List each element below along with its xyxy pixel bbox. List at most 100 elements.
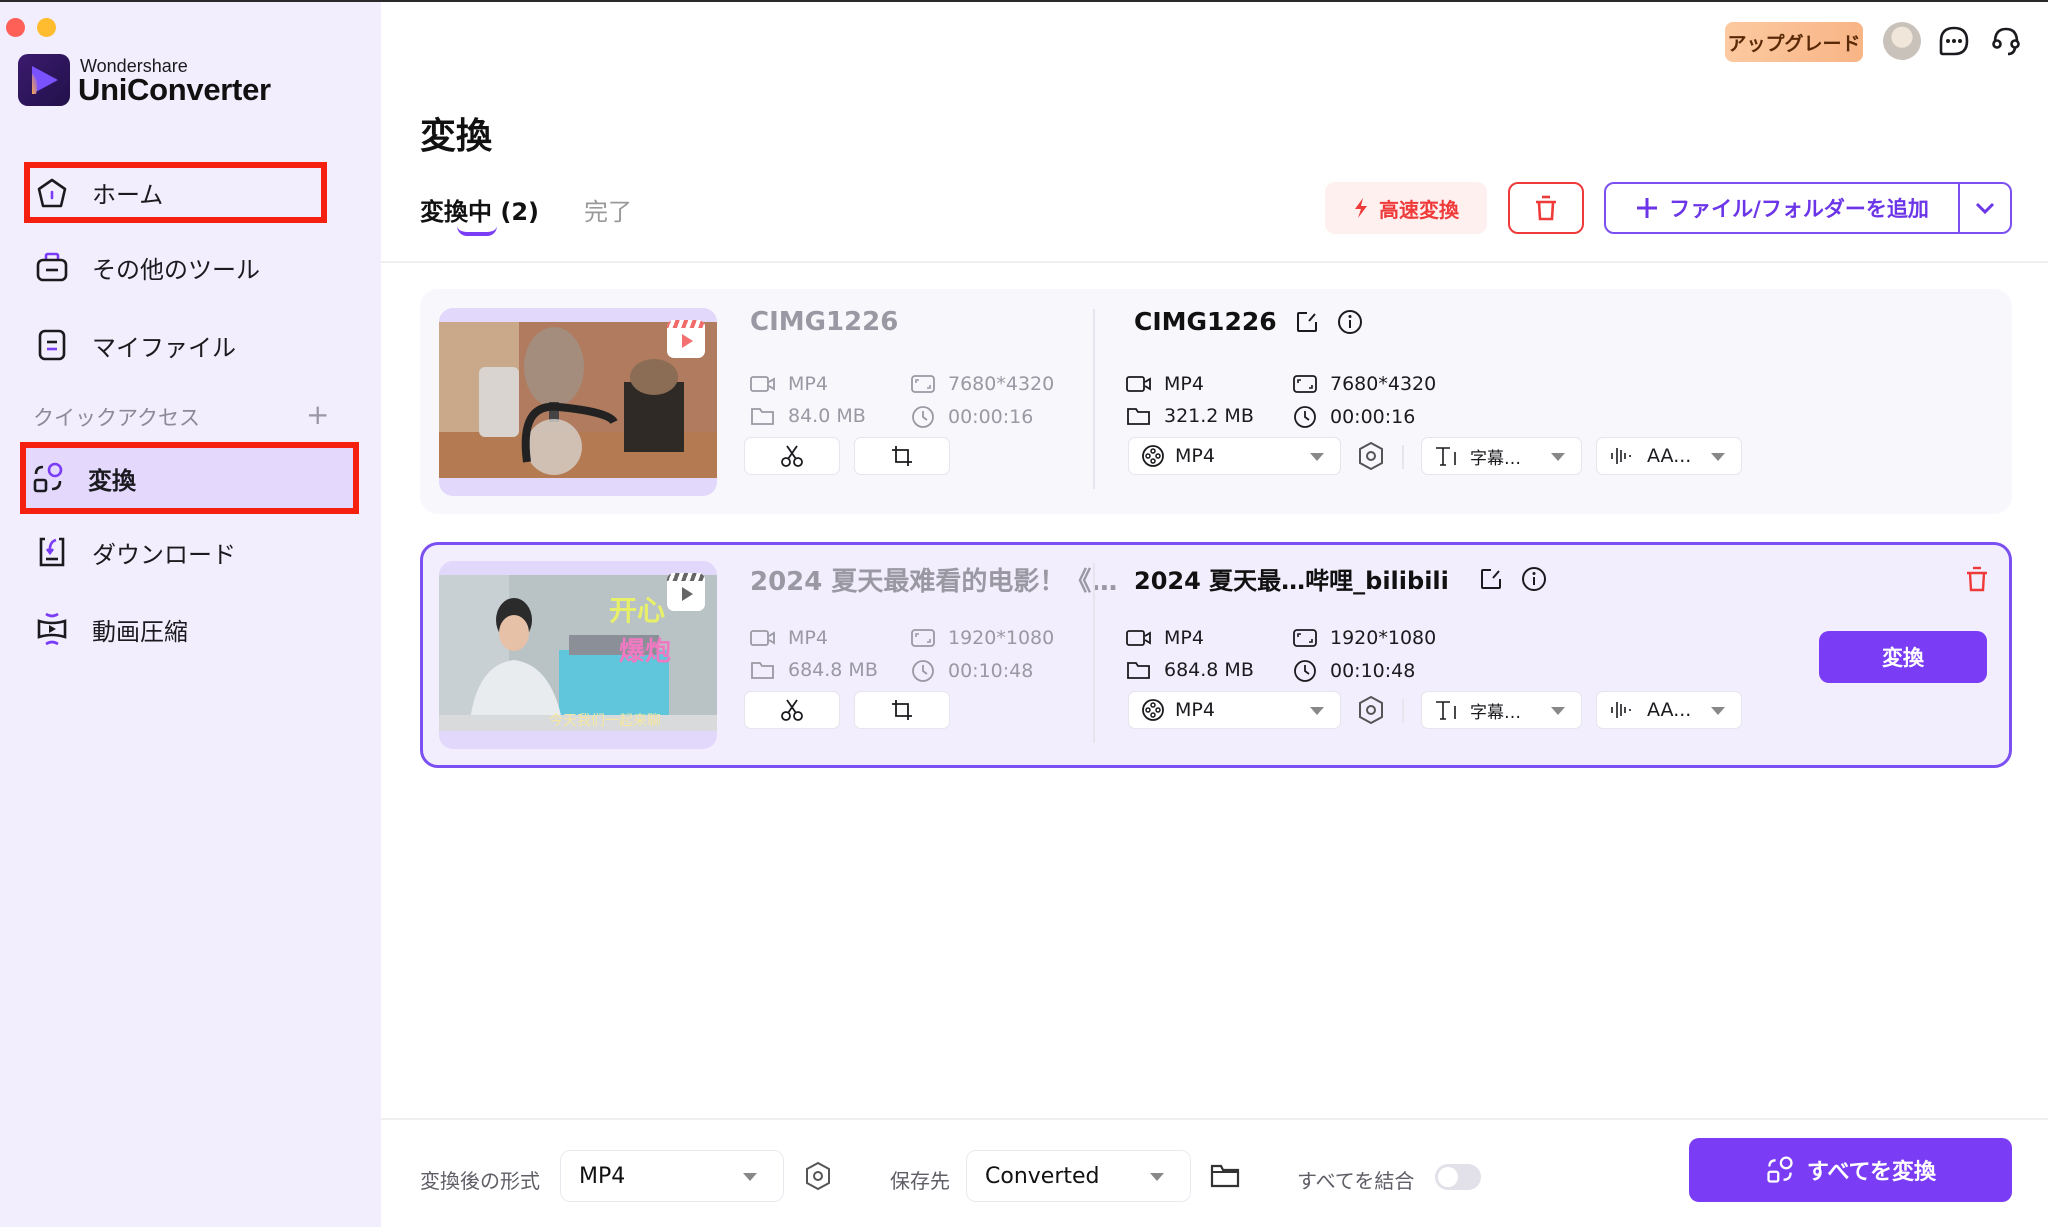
lightning-icon [1355,198,1367,218]
chat-icon[interactable] [1937,24,1971,58]
info-icon[interactable] [1337,309,1363,335]
output-format-select[interactable]: MP4 [1128,691,1341,729]
my-files-icon [34,327,70,363]
convert-icon [1767,1156,1793,1183]
svg-text:今天我们一起来聊: 今天我们一起来聊 [549,713,661,729]
tab-converting[interactable]: 変換中 (2) [420,192,539,227]
headset-icon[interactable] [1989,24,2023,58]
quick-access-label: クイックアクセス [33,406,200,430]
fast-convert-button[interactable]: 高速変換 [1325,182,1487,234]
convert-button[interactable]: 変換 [1819,631,1987,683]
audio-wave-icon [1611,448,1631,464]
output-file-title: 2024 夏天最…哔哩_bilibili [1134,567,1449,595]
output-settings-button[interactable] [801,1159,835,1193]
sidebar-item-home[interactable]: ホーム [24,162,327,223]
convert-all-label: すべてを変換 [1806,1160,1937,1185]
sidebar-item-convert[interactable]: 変換 [20,442,359,514]
output-format-dropdown[interactable]: MP4 [560,1150,784,1202]
preview-play-button[interactable] [667,320,705,358]
clock-icon [1294,406,1316,428]
sidebar-item-compress[interactable]: 動画圧縮 [24,600,354,658]
page-title: 変換 [420,116,493,157]
bottom-divider [381,1118,2048,1120]
output-resolution: 1920*1080 [1292,627,1436,649]
quick-access-add-button[interactable]: + [306,398,329,431]
tab-active-indicator [457,226,497,236]
crop-icon [892,700,912,720]
trim-button[interactable] [744,691,840,729]
clock-icon [912,406,934,428]
caret-down-icon [743,1173,757,1181]
window-close-button[interactable] [6,18,25,37]
avatar[interactable] [1883,22,1921,60]
trash-icon [1536,195,1556,221]
video-format-icon [1126,376,1151,392]
file-card-selected[interactable]: 开心 爆炮 今天我们一起来聊 2024 夏天最难看的电影！《… MP4 684.… [420,542,2012,768]
sidebar: Wondershare UniConverter ホーム その他のツール マイフ… [0,2,381,1227]
toolbox-icon [34,249,70,285]
window-minimize-button[interactable] [37,18,56,37]
trim-button[interactable] [744,437,840,475]
convert-all-button[interactable]: すべてを変換 [1689,1138,2012,1202]
crop-button[interactable] [854,691,950,729]
tab-finished[interactable]: 完了 [584,192,632,227]
video-thumbnail[interactable]: 开心 爆炮 今天我们一起来聊 [439,561,717,749]
sidebar-item-my-files[interactable]: マイファイル [24,316,354,374]
preview-play-button[interactable] [667,573,705,611]
folder-icon [1210,1164,1240,1188]
edit-icon[interactable] [1295,310,1319,334]
output-format: MP4 [1126,373,1204,395]
add-files-button[interactable]: ファイル/フォルダーを追加 [1606,184,1960,232]
folder-icon [751,662,774,679]
sidebar-item-label: ダウンロード [92,540,236,569]
brand-product: UniConverter [78,72,271,107]
source-duration: 00:10:48 [910,659,1033,683]
output-format-select[interactable]: MP4 [1128,437,1341,475]
caret-down-icon [1150,1173,1164,1181]
edit-icon[interactable] [1479,567,1503,591]
audio-wave-icon [1611,702,1631,718]
scissors-icon [781,699,803,721]
settings-hex-icon [1359,441,1383,471]
card-divider [1093,563,1095,743]
settings-hex-icon [806,1161,830,1191]
resolution-icon [1293,375,1317,393]
audio-select[interactable]: AA... [1596,437,1742,475]
subtitle-select[interactable]: 字幕… [1421,691,1582,729]
save-location-dropdown[interactable]: Converted [966,1150,1191,1202]
audio-select[interactable]: AA... [1596,691,1742,729]
sidebar-item-other-tools[interactable]: その他のツール [24,238,354,296]
open-folder-button[interactable] [1208,1159,1242,1193]
remove-file-button[interactable] [1965,565,1989,597]
sidebar-item-download[interactable]: ダウンロード [24,523,354,581]
sidebar-item-label: 変換 [88,466,136,495]
add-files-dropdown[interactable] [1960,184,2010,232]
source-resolution: 1920*1080 [910,627,1054,649]
output-resolution: 7680*4320 [1292,373,1436,395]
plus-icon [1637,198,1658,218]
header-divider [381,261,2048,263]
svg-text:爆炮: 爆炮 [619,636,671,667]
text-icon [1436,447,1456,466]
delete-all-button[interactable] [1508,182,1584,234]
output-format-label: 変換後の形式 [420,1169,540,1193]
info-icon[interactable] [1521,566,1547,592]
merge-all-toggle[interactable] [1435,1164,1481,1190]
save-location-label: 保存先 [890,1169,950,1193]
format-settings-button[interactable] [1354,439,1388,473]
compress-icon [34,611,70,647]
output-duration: 00:10:48 [1292,659,1415,683]
format-settings-button[interactable] [1354,693,1388,727]
svg-text:开心: 开心 [609,594,665,627]
video-thumbnail[interactable] [439,308,717,496]
crop-button[interactable] [854,437,950,475]
upgrade-button[interactable]: アップグレード [1725,22,1863,62]
crop-icon [892,446,912,466]
source-size: 84.0 MB [750,405,866,427]
source-file-title: 2024 夏天最难看的电影！《… [750,567,1118,597]
file-card[interactable]: CIMG1226 MP4 84.0 MB 7680*4320 00:00:16 … [420,289,2012,514]
caret-down-icon [1310,707,1324,715]
play-icon [682,587,693,601]
subtitle-select[interactable]: 字幕… [1421,437,1582,475]
film-reel-icon [1142,445,1164,467]
